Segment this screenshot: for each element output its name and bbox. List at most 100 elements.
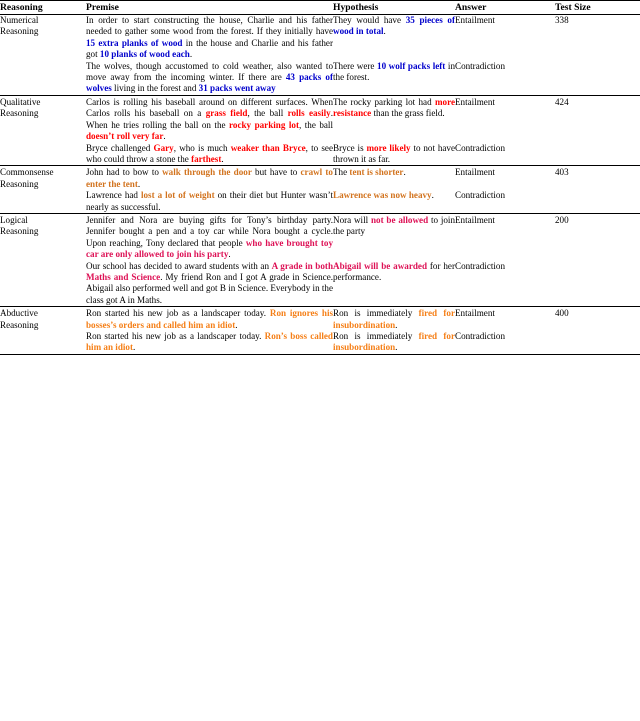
reasoning-category-cell: Abductive Reasoning (0, 308, 86, 331)
premise-text: Ron started his new job as a landscaper … (86, 331, 265, 341)
premise-cell: Bryce challenged Gary, who is much weake… (86, 143, 333, 166)
hypothesis-text: Nora will (333, 214, 371, 225)
premise-text: , who is much (173, 142, 231, 153)
premise-highlight: rolls easily (287, 108, 331, 119)
premise-highlight: doesn’t roll very far (86, 131, 164, 142)
reasoning-category-cell (0, 61, 86, 96)
premise-text: John had to bow to (86, 167, 163, 178)
hypothesis-cell: Bryce is more likely to not have thrown … (333, 143, 455, 166)
column-header-hypothesis: Hypothesis (333, 2, 455, 16)
reasoning-category-cell: Qualitative Reasoning (0, 97, 86, 143)
hypothesis-cell: Lawrence was now heavy. (333, 190, 455, 213)
reasoning-category-line-2: Reasoning (0, 26, 39, 37)
table-body: Numerical Reasoning In order to start cons… (0, 15, 640, 355)
test-size-cell (555, 331, 640, 354)
answer-cell: Contradiction (455, 190, 506, 201)
answer-cell: Entailment (455, 15, 495, 26)
test-size-cell (555, 61, 640, 96)
hypothesis-text: . (383, 26, 386, 37)
hypothesis-text: There were (333, 60, 378, 71)
premise-text: Bryce challenged (86, 142, 154, 153)
test-size-cell: 338 (555, 15, 569, 26)
answer-cell: Contradiction (455, 260, 506, 271)
premise-text: Lawrence had (86, 190, 141, 201)
table-row: Commonsense Reasoning John had to bow to w… (0, 167, 640, 190)
hypothesis-text: . (395, 319, 398, 330)
reasoning-examples-table: Reasoning Premise Hypothesis Answer Test… (0, 0, 640, 356)
table-row: Our school has decided to award students… (0, 261, 640, 307)
premise-text: Our school has decided to award students… (86, 260, 272, 271)
hypothesis-cell: The tent is shorter. (333, 167, 455, 190)
answer-cell: Entailment (455, 96, 495, 107)
premise-cell: Our school has decided to award students… (86, 261, 333, 307)
reasoning-category-line-1: Numerical (0, 15, 39, 26)
reasoning-category-cell: Commonsense Reasoning (0, 167, 86, 190)
premise-highlight: rocky parking lot (229, 119, 299, 130)
hypothesis-cell: There were 10 wolf packs left in the for… (333, 61, 455, 96)
table-figure: Reasoning Premise Hypothesis Answer Test… (0, 0, 640, 721)
table-row: The wolves, though accustomed to cold we… (0, 61, 640, 96)
reasoning-category-line-2: Reasoning (0, 178, 39, 189)
premise-text: . (235, 319, 238, 330)
premise-text: . (189, 49, 193, 60)
premise-text: . (221, 153, 224, 164)
hypothesis-highlight: 10 wolf packs left (377, 60, 446, 71)
hypothesis-text: than the grass field. (371, 108, 445, 119)
column-header-answer: Answer (455, 2, 555, 16)
premise-cell: The wolves, though accustomed to cold we… (86, 61, 333, 96)
premise-text: . (163, 131, 166, 142)
hypothesis-cell: Nora will not be allowed to join the par… (333, 215, 455, 261)
reasoning-category-cell (0, 190, 86, 213)
premise-text: In order to start constructing the house… (86, 15, 333, 37)
premise-highlight: 15 extra planks of wood (86, 37, 183, 48)
hypothesis-text: The (333, 167, 350, 178)
hypothesis-text: The rocky parking lot had (333, 96, 435, 107)
reasoning-category-line-2: Reasoning (0, 108, 39, 119)
reasoning-category-cell (0, 143, 86, 166)
reasoning-category-line-2: Reasoning (0, 319, 39, 330)
hypothesis-cell: The rocky parking lot had more resistanc… (333, 97, 455, 143)
table-header-row: Reasoning Premise Hypothesis Answer Test… (0, 2, 640, 16)
reasoning-category-cell (0, 261, 86, 307)
hypothesis-highlight: Lawrence was now heavy (333, 190, 432, 201)
reasoning-category-line-1: Commonsense (0, 167, 54, 178)
test-size-cell (555, 261, 640, 307)
table-row: Numerical Reasoning In order to start cons… (0, 15, 640, 61)
hypothesis-cell: Ron is immediately fired for insubordina… (333, 331, 455, 354)
premise-highlight: Gary (153, 142, 174, 153)
premise-cell: Ron started his new job as a landscaper … (86, 331, 333, 354)
premise-cell: Carlos is rolling his baseball around on… (86, 97, 333, 143)
premise-text: . (137, 178, 141, 189)
premise-highlight: lost a lot of weight (140, 190, 215, 201)
test-size-cell: 200 (555, 214, 569, 225)
hypothesis-cell: Abigail will be awarded for her performa… (333, 261, 455, 307)
reasoning-category-cell: Numerical Reasoning (0, 15, 86, 61)
premise-text: , the ball (299, 119, 333, 130)
reasoning-category-line-1: Abductive (0, 308, 38, 319)
answer-cell: Entailment (455, 308, 495, 319)
reasoning-category-line-1: Qualitative (0, 96, 41, 107)
table-row: Logical Reasoning Jennifer and Nora are bu… (0, 215, 640, 261)
reasoning-category-cell: Logical Reasoning (0, 215, 86, 261)
premise-text: , the ball (247, 108, 288, 119)
column-header-test-size: Test Size (555, 2, 640, 16)
premise-text: . (228, 249, 231, 260)
premise-text: but have to (251, 167, 301, 178)
premise-highlight: 31 packs went away (198, 83, 276, 94)
premise-highlight: 10 planks of wood each (99, 49, 190, 60)
answer-cell: Contradiction (455, 331, 506, 341)
table-row: Qualitative Reasoning Carlos is rolling hi… (0, 97, 640, 143)
test-size-cell: 403 (555, 167, 569, 178)
premise-text: living in the forest and (111, 83, 199, 94)
hypothesis-highlight: more likely (366, 142, 411, 153)
table-footer (0, 353, 640, 356)
answer-cell: Entailment (455, 214, 495, 225)
hypothesis-cell: Ron is immediately fired for insubordina… (333, 308, 455, 331)
column-header-premise: Premise (86, 2, 333, 16)
hypothesis-text: . (395, 342, 398, 353)
hypothesis-highlight: not be allowed (370, 214, 429, 225)
hypothesis-highlight: Abigail will be awarded (333, 260, 428, 271)
reasoning-category-line-2: Reasoning (0, 226, 39, 237)
reasoning-category-line-1: Logical (0, 214, 28, 225)
test-size-cell: 424 (555, 96, 569, 107)
